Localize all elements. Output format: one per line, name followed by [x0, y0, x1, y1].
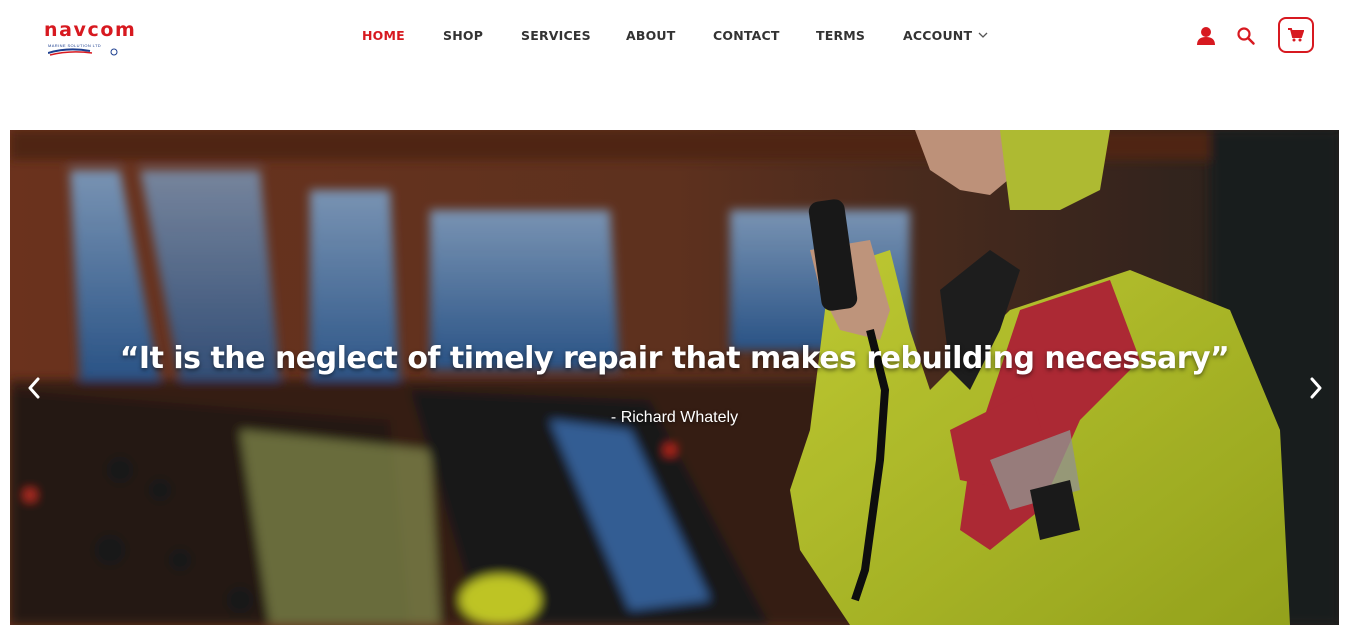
nav-terms[interactable]: TERMS [816, 28, 865, 43]
main-nav: HOME SHOP SERVICES ABOUT CONTACT TERMS A… [0, 0, 1349, 72]
hero-quote-author: - Richard Whately [610, 409, 739, 426]
user-icon[interactable] [1196, 26, 1216, 46]
cart-icon [1288, 28, 1304, 42]
nav-home[interactable]: HOME [362, 28, 405, 43]
nav-contact[interactable]: CONTACT [713, 28, 780, 43]
site-header: navcom MARINE SOLUTION LTD HOME SHOP SER… [0, 0, 1349, 72]
hero-overlay [10, 130, 1339, 625]
search-icon[interactable] [1236, 26, 1256, 46]
nav-about[interactable]: ABOUT [626, 28, 676, 43]
nav-shop[interactable]: SHOP [443, 28, 483, 43]
nav-services[interactable]: SERVICES [521, 28, 591, 43]
chevron-left-icon[interactable] [22, 374, 46, 402]
cart-button[interactable] [1278, 17, 1314, 53]
nav-account[interactable]: ACCOUNT [903, 28, 972, 43]
chevron-down-icon[interactable] [978, 30, 988, 40]
hero-quote: “It is the neglect of timely repair that… [119, 341, 1230, 376]
chevron-right-icon[interactable] [1304, 374, 1328, 402]
hero-slider: “It is the neglect of timely repair that… [10, 130, 1339, 625]
